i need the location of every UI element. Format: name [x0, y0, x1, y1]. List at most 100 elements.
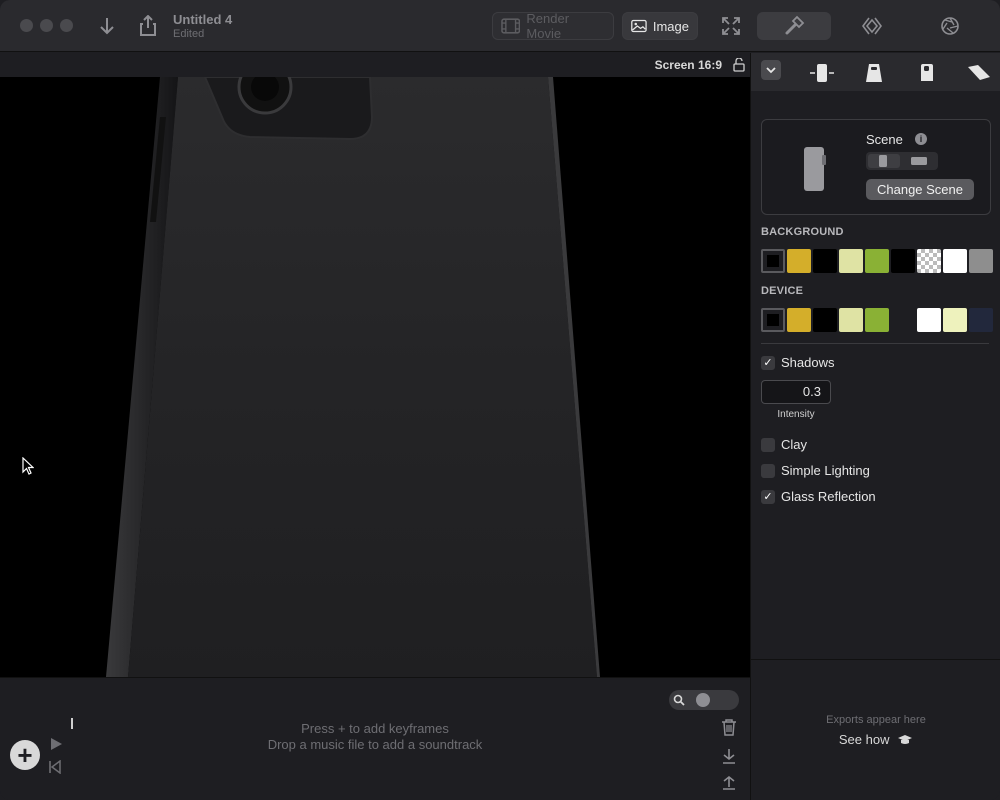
simple-lighting-option[interactable]: Simple Lighting [761, 463, 870, 478]
intensity-label: Intensity [777, 409, 815, 420]
download-button[interactable] [93, 12, 121, 40]
close-window-button[interactable] [20, 19, 33, 32]
background-color-swatch[interactable] [761, 249, 785, 273]
portrait-icon [879, 155, 887, 167]
soundtrack-hint: Drop a music file to add a soundtrack [267, 737, 483, 752]
arrow-down-icon [100, 18, 114, 35]
scene-orientation-toggle[interactable] [866, 152, 938, 170]
landscape-option[interactable] [902, 154, 936, 168]
image-export-button[interactable]: Image [622, 12, 698, 40]
export-icon[interactable] [722, 774, 736, 790]
scene-label: Scene [866, 132, 903, 147]
play-icon[interactable] [49, 737, 63, 751]
exports-panel: Exports appear here See how [750, 659, 1000, 800]
device-color-swatch[interactable] [839, 308, 863, 332]
background-color-swatch[interactable] [813, 249, 837, 273]
inspector-tabs [751, 53, 1000, 91]
rewind-to-start-icon[interactable] [48, 760, 62, 774]
exports-hint: Exports appear here [826, 714, 926, 726]
fullscreen-button[interactable] [717, 12, 745, 40]
share-button[interactable] [134, 12, 162, 40]
document-status: Edited [173, 28, 205, 40]
clay-checkbox[interactable] [761, 437, 775, 452]
glass-reflection-checkbox[interactable]: ✓ [761, 489, 775, 504]
device-color-swatch[interactable] [891, 308, 915, 332]
minimize-window-button[interactable] [40, 19, 53, 32]
inspector-menu-button[interactable] [761, 60, 781, 80]
see-how-link[interactable]: See how [751, 732, 1000, 747]
app-window: Untitled 4 Edited Render Movie Image Scr… [0, 0, 1000, 800]
mouse-cursor-icon [22, 457, 34, 475]
change-scene-button[interactable]: Change Scene [866, 179, 974, 200]
device-angle-icon [866, 64, 882, 82]
scene-card: Scene i Change Scene [761, 119, 991, 215]
document-title: Untitled 4 [173, 12, 233, 27]
render-viewport[interactable] [0, 77, 750, 677]
title-bar: Untitled 4 Edited Render Movie Image [0, 0, 1000, 52]
device-color-swatch[interactable] [813, 308, 837, 332]
timeline[interactable]: Press + to add keyframes Drop a music fi… [0, 677, 750, 800]
import-icon[interactable] [722, 748, 736, 764]
canvas-header: Screen 16:9 [0, 53, 750, 77]
image-label: Image [652, 18, 689, 34]
aspect-ratio-selector[interactable]: Screen 16:9 [655, 58, 722, 72]
hammer-icon [785, 15, 805, 35]
simple-lighting-label: Simple Lighting [781, 463, 870, 478]
background-color-swatch[interactable] [865, 249, 889, 273]
device-color-swatch[interactable] [761, 308, 785, 332]
device-section-label: DEVICE [761, 285, 804, 297]
device-color-swatch[interactable] [969, 308, 993, 332]
glass-reflection-option[interactable]: ✓ Glass Reflection [761, 489, 876, 504]
device-color-swatch[interactable] [865, 308, 889, 332]
divider [761, 343, 989, 344]
device-color-swatch[interactable] [787, 308, 811, 332]
shadows-option[interactable]: ✓ Shadows [761, 355, 834, 370]
tab-device-flat[interactable] [964, 58, 994, 88]
background-color-swatch[interactable] [969, 249, 993, 273]
device-front-icon [810, 64, 834, 82]
search-icon [673, 694, 685, 706]
device-color-swatch[interactable] [943, 308, 967, 332]
portrait-option[interactable] [868, 154, 900, 168]
keyframe-icon [862, 17, 882, 35]
add-keyframe-button[interactable]: + [10, 740, 40, 770]
intensity-input[interactable]: 0.3 [761, 380, 831, 404]
aperture-icon [941, 17, 959, 35]
scene-preview [804, 147, 826, 191]
device-color-swatch[interactable] [917, 308, 941, 332]
background-color-swatch[interactable] [787, 249, 811, 273]
device-flat-icon [968, 65, 990, 80]
shadows-checkbox[interactable]: ✓ [761, 355, 775, 370]
render-movie-label: Render Movie [526, 11, 570, 41]
aspect-lock-icon[interactable] [732, 58, 746, 72]
tab-device-angle[interactable] [859, 58, 889, 88]
background-color-swatch[interactable] [839, 249, 863, 273]
zoom-slider-knob[interactable] [696, 693, 710, 707]
simple-lighting-checkbox[interactable] [761, 463, 775, 478]
timeline-zoom-slider[interactable] [669, 690, 739, 710]
background-section-label: BACKGROUND [761, 226, 844, 238]
background-color-swatch[interactable] [917, 249, 941, 273]
tab-lens[interactable] [915, 12, 985, 40]
tab-device-tools[interactable] [757, 12, 831, 40]
share-icon [140, 15, 156, 36]
photo-icon [631, 19, 647, 33]
background-color-swatch[interactable] [891, 249, 915, 273]
tab-device-front[interactable] [807, 58, 837, 88]
expand-icon [722, 17, 740, 35]
clay-option[interactable]: Clay [761, 437, 807, 452]
phone-render [106, 77, 600, 677]
chevron-down-icon [766, 67, 776, 74]
render-movie-button[interactable]: Render Movie [492, 11, 614, 41]
zoom-window-button[interactable] [60, 19, 73, 32]
landscape-icon [911, 157, 927, 165]
film-icon [501, 18, 521, 34]
inspector-sidebar: Scene i Change Scene BACKGROUND DEVICE ✓… [750, 53, 1000, 659]
tab-device-back[interactable] [912, 58, 942, 88]
tab-animation[interactable] [837, 12, 907, 40]
graduation-cap-icon [898, 735, 913, 744]
info-icon[interactable]: i [915, 133, 927, 145]
device-swatches [761, 308, 993, 332]
background-color-swatch[interactable] [943, 249, 967, 273]
trash-icon[interactable] [721, 718, 737, 736]
